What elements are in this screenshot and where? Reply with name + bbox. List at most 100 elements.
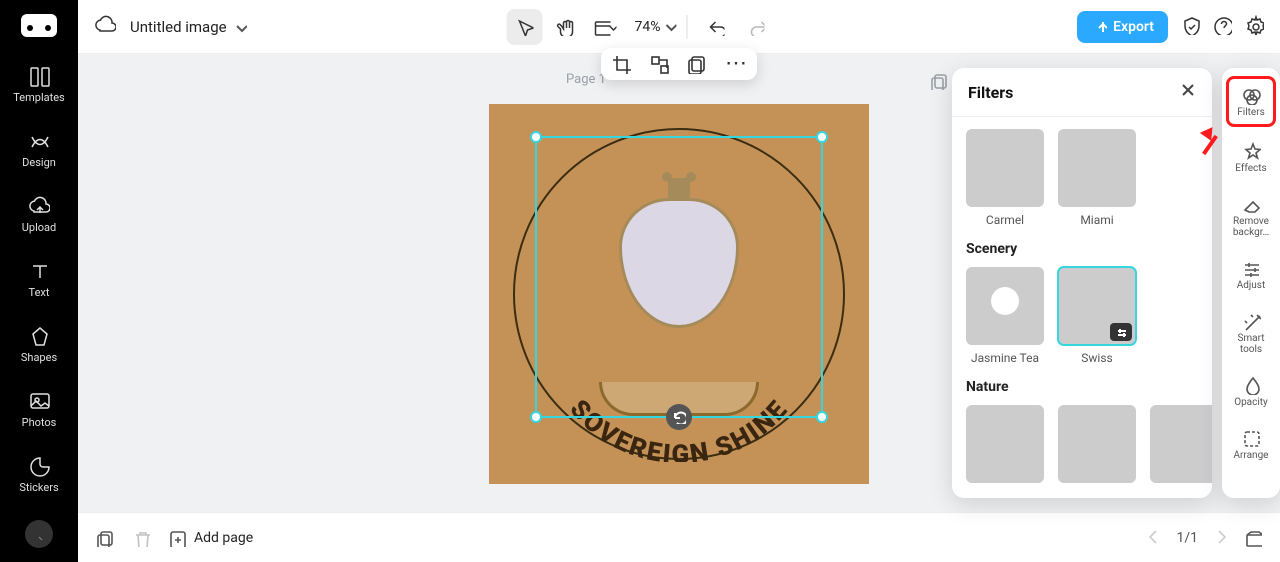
duplicate-page-icon[interactable] [930,72,948,90]
rail-adjust[interactable]: Adjust [1226,252,1276,297]
more-icon[interactable]: ⋯ [725,58,747,70]
select-tool[interactable] [507,9,543,45]
nav-label: Templates [13,91,64,104]
selection-toolbar: ⋯ [601,48,757,80]
design-icon [28,130,50,152]
nav-label: Upload [22,221,56,234]
frame-tool[interactable] [587,9,623,45]
present-icon[interactable] [1244,529,1262,547]
separator [687,15,688,39]
right-rail: Filters Effects Remove backgr… Adjust Sm… [1222,68,1280,498]
user-menu[interactable] [25,520,53,548]
page-indicator: 1/1 [1176,530,1198,546]
shield-icon[interactable] [1180,15,1200,39]
settings-icon[interactable] [1244,15,1264,39]
nav-shapes[interactable]: Shapes [21,325,57,364]
rail-opacity[interactable]: Opacity [1226,369,1276,414]
rail-label: Smart tools [1226,333,1276,355]
prev-page[interactable] [1144,527,1162,549]
topbar-right: Export [1077,11,1264,43]
text-icon [28,260,50,282]
panel-title: Filters [968,83,1013,102]
pager: 1/1 [1144,527,1262,549]
nav-label: Photos [22,416,57,429]
adjust-icon [1241,258,1261,278]
crop-icon[interactable] [611,54,631,74]
help-icon[interactable] [1212,15,1232,39]
thumb-label: Jasmine Tea [971,351,1039,365]
nav-bottom [25,520,53,548]
arrange-icon [1241,428,1261,448]
doc-title[interactable]: Untitled image [130,18,247,36]
nav-design[interactable]: Design [22,130,56,169]
stickers-icon [28,455,50,477]
trash-icon[interactable] [132,529,150,547]
hand-tool[interactable] [547,9,583,45]
add-page-label: Add page [194,530,253,546]
add-page-icon [168,529,186,547]
zoom-value: 74% [635,19,661,35]
group-icon[interactable] [649,54,669,74]
filter-nature-3[interactable] [1150,405,1212,483]
filters-icon [1241,85,1261,105]
bottombar: Add page 1/1 [78,512,1280,562]
filter-miami[interactable]: Miami [1058,129,1136,227]
filters-panel: Filters Carmel Miami Scenery Jasmine Tea [952,68,1212,498]
duplicate-icon[interactable] [687,54,707,74]
rail-label: Opacity [1234,397,1268,408]
photos-icon [28,390,50,412]
workspace: Page 1 ⋯ SOVEREIGN SHINE [78,54,1280,512]
page-label: Page 1 [566,72,606,87]
rail-effects[interactable]: Effects [1226,135,1276,180]
eraser-icon [1241,194,1261,214]
left-nav: Templates Design Upload Text Shapes Phot… [0,0,78,562]
section-heading: Nature [966,379,1198,395]
rail-remove-bg[interactable]: Remove backgr… [1226,188,1276,244]
close-button[interactable] [1180,82,1196,102]
filter-carmel[interactable]: Carmel [966,129,1044,227]
nav-text[interactable]: Text [28,260,50,299]
filter-swiss[interactable]: Swiss [1058,267,1136,365]
annotation-arrow [1194,132,1220,158]
nav-upload[interactable]: Upload [22,195,56,234]
selection-frame[interactable] [535,136,823,418]
filter-nature-2[interactable] [1058,405,1136,483]
rotate-handle[interactable] [666,404,692,430]
redo-button[interactable] [738,9,774,45]
topbar-center: 74% [507,9,774,45]
add-page-button[interactable]: Add page [168,529,253,547]
filter-adjust-icon[interactable] [1110,323,1132,341]
rail-arrange[interactable]: Arrange [1226,422,1276,467]
rail-label: Adjust [1237,280,1266,291]
section-heading: Scenery [966,241,1198,257]
zoom-control[interactable]: 74% [635,19,677,35]
export-icon [1091,19,1107,35]
export-button[interactable]: Export [1077,11,1168,43]
opacity-icon [1241,375,1261,395]
upload-icon [28,195,50,217]
artboard[interactable]: SOVEREIGN SHINE ⋯ [489,104,869,484]
topbar: Untitled image 74% Export [78,0,1280,54]
rail-label: Filters [1237,107,1265,118]
rail-filters[interactable]: Filters [1226,76,1276,127]
nav-stickers[interactable]: Stickers [19,455,58,494]
nav-templates[interactable]: Templates [13,65,64,104]
nav-label: Stickers [19,481,58,494]
chevron-down-icon [665,21,677,33]
nav-label: Design [22,156,56,169]
rail-smart-tools[interactable]: Smart tools [1226,305,1276,361]
cloud-status[interactable] [94,14,116,40]
templates-icon [28,65,50,87]
filter-nature-1[interactable] [966,405,1044,483]
nav-photos[interactable]: Photos [22,390,57,429]
pages-icon[interactable] [96,529,114,547]
next-page[interactable] [1212,527,1230,549]
app-logo[interactable] [21,14,57,37]
chevron-down-icon [233,20,247,34]
rail-label: Arrange [1234,450,1269,461]
effects-icon [1241,141,1261,161]
undo-button[interactable] [698,9,734,45]
rail-label: Remove backgr… [1226,216,1276,238]
shapes-icon [28,325,50,347]
filter-jasmine-tea[interactable]: Jasmine Tea [966,267,1044,365]
